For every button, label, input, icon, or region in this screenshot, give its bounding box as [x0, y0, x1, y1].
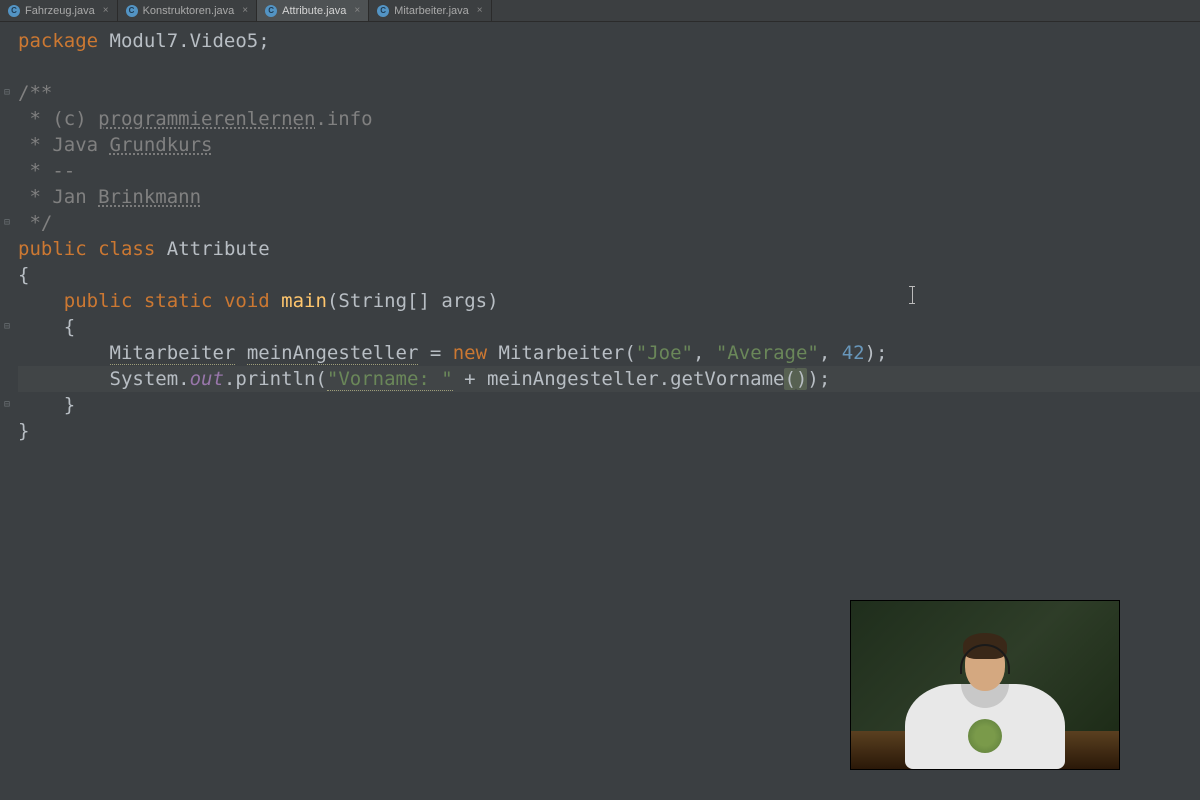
- webcam-person: [905, 634, 1065, 769]
- fold-icon[interactable]: ⊟: [0, 392, 14, 418]
- javadoc-line: * Java: [18, 134, 110, 156]
- java-class-icon: C: [8, 5, 20, 17]
- call-chain: meinAngesteller.getVorname: [487, 368, 784, 390]
- field-out: out: [190, 368, 224, 390]
- java-class-icon: C: [377, 5, 389, 17]
- string-literal: "Joe": [636, 342, 693, 364]
- comma: ,: [693, 342, 716, 364]
- javadoc-line: * --: [18, 160, 75, 182]
- brace-close: }: [64, 394, 75, 416]
- brace-open: {: [18, 264, 29, 286]
- ctor-call: Mitarbeiter(: [487, 342, 636, 364]
- system: System.: [110, 368, 190, 390]
- webcam-hoodie-logo: [968, 719, 1002, 753]
- webcam-overlay: [850, 600, 1120, 770]
- javadoc-line: * Jan: [18, 186, 98, 208]
- brace-open: {: [64, 316, 75, 338]
- ctor-end: );: [865, 342, 888, 364]
- keyword-void: void: [224, 290, 270, 312]
- close-icon[interactable]: ×: [354, 5, 360, 16]
- close-icon[interactable]: ×: [103, 5, 109, 16]
- tab-attribute[interactable]: C Attribute.java ×: [257, 0, 369, 21]
- number-literal: 42: [842, 342, 865, 364]
- println-open: .println(: [224, 368, 327, 390]
- stmt-end: );: [807, 368, 830, 390]
- editor-tabbar: C Fahrzeug.java × C Konstruktoren.java ×…: [0, 0, 1200, 22]
- tab-label: Attribute.java: [282, 5, 346, 17]
- tab-label: Konstruktoren.java: [143, 5, 235, 17]
- javadoc-open: /**: [18, 82, 52, 104]
- type-mitarbeiter: Mitarbeiter: [110, 342, 236, 365]
- javadoc-link: Grundkurs: [110, 134, 213, 156]
- paren-close: ): [796, 368, 807, 390]
- fold-icon[interactable]: ⊟: [0, 80, 14, 106]
- fold-icon[interactable]: ⊟: [0, 210, 14, 236]
- keyword-static: static: [144, 290, 213, 312]
- keyword-new: new: [453, 342, 487, 364]
- string-literal: "Average": [716, 342, 819, 364]
- javadoc-link: Brinkmann: [98, 186, 201, 208]
- brace-close: }: [18, 420, 29, 442]
- var-name: meinAngesteller: [247, 342, 419, 365]
- main-params: (String[] args): [327, 290, 499, 312]
- tab-fahrzeug[interactable]: C Fahrzeug.java ×: [0, 0, 118, 21]
- plus: +: [453, 368, 487, 390]
- package-name: Modul7.Video5: [98, 30, 258, 52]
- java-class-icon: C: [126, 5, 138, 17]
- keyword-public: public: [64, 290, 133, 312]
- tab-mitarbeiter[interactable]: C Mitarbeiter.java ×: [369, 0, 491, 21]
- tab-label: Fahrzeug.java: [25, 5, 95, 17]
- javadoc-link: programmierenlernen: [98, 108, 315, 130]
- paren-open: (: [784, 368, 795, 390]
- javadoc-close: */: [18, 212, 52, 234]
- keyword-class: class: [98, 238, 155, 260]
- javadoc-line: * (c): [18, 108, 98, 130]
- keyword-package: package: [18, 30, 98, 52]
- code-editor[interactable]: ⊟ ⊟ ⊟ ⊟ package Modul7.Video5; /** * (c)…: [0, 22, 1200, 444]
- method-name-main: main: [281, 290, 327, 312]
- tab-konstruktoren[interactable]: C Konstruktoren.java ×: [118, 0, 258, 21]
- java-class-icon: C: [265, 5, 277, 17]
- javadoc-line: .info: [315, 108, 372, 130]
- gutter: ⊟ ⊟ ⊟ ⊟: [0, 28, 14, 418]
- tab-label: Mitarbeiter.java: [394, 5, 469, 17]
- assign: =: [418, 342, 452, 364]
- close-icon[interactable]: ×: [242, 5, 248, 16]
- class-name: Attribute: [167, 238, 270, 260]
- semicolon: ;: [258, 30, 269, 52]
- text-cursor-icon: [912, 286, 913, 304]
- code-content[interactable]: package Modul7.Video5; /** * (c) program…: [18, 28, 1200, 444]
- webcam-hoodie: [905, 684, 1065, 769]
- close-icon[interactable]: ×: [477, 5, 483, 16]
- fold-icon[interactable]: ⊟: [0, 314, 14, 340]
- keyword-public: public: [18, 238, 87, 260]
- string-literal: "Vorname: ": [327, 368, 453, 391]
- comma: ,: [819, 342, 842, 364]
